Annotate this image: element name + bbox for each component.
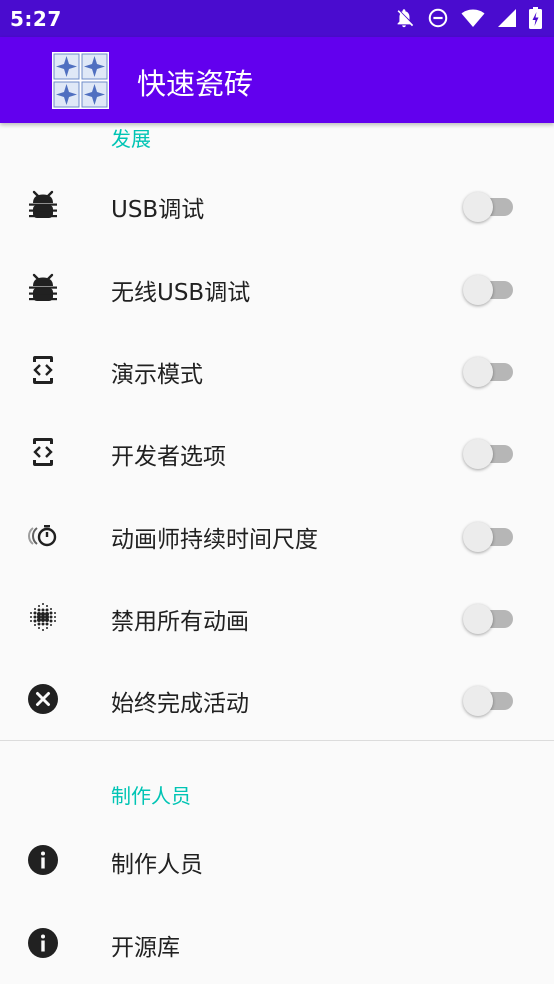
toggle-disable-animations[interactable]: 禁用所有动画: [0, 576, 554, 658]
toggle-label: 演示模式: [111, 362, 203, 388]
toggle-developer-options[interactable]: 开发者选项: [0, 411, 554, 493]
bug-icon: [29, 273, 57, 301]
app-bar: 快速瓷砖: [0, 37, 554, 123]
wifi-icon: [461, 9, 485, 27]
tile-pattern-icon: [52, 52, 109, 109]
status-bar: 5:27: [0, 0, 554, 37]
info-icon: [28, 845, 58, 875]
developer-options-switch[interactable]: [463, 439, 513, 469]
always-finish-activities-switch[interactable]: [463, 686, 513, 716]
toggle-always-finish-activities[interactable]: 始终完成活动: [0, 658, 554, 740]
demo-mode-switch[interactable]: [463, 357, 513, 387]
toggle-label: 无线USB调试: [111, 280, 251, 306]
credits-item[interactable]: 制作人员: [0, 819, 554, 901]
toggle-wireless-usb-debugging[interactable]: 无线USB调试: [0, 247, 554, 329]
info-icon: [28, 928, 58, 958]
list-item-label: 制作人员: [111, 852, 203, 878]
toggle-label: 动画师持续时间尺度: [111, 527, 318, 553]
list-item-label: 开源库: [111, 935, 180, 961]
toggle-animator-duration-scale[interactable]: 动画师持续时间尺度: [0, 494, 554, 576]
toggle-label: 开发者选项: [111, 444, 226, 470]
toggle-label: 禁用所有动画: [111, 609, 249, 635]
do-not-disturb-icon: [428, 8, 448, 28]
app-title: 快速瓷砖: [137, 67, 254, 101]
signal-icon: [498, 9, 516, 27]
animation-timer-icon: [28, 525, 57, 547]
toggle-usb-debugging[interactable]: USB调试: [0, 164, 554, 246]
section-title-credits: 制作人员: [111, 784, 191, 808]
blur-dots-icon: [30, 603, 56, 631]
section-divider: [0, 740, 554, 741]
developer-mode-icon: [33, 438, 53, 466]
open-source-libraries-item[interactable]: 开源库: [0, 902, 554, 984]
notifications-off-icon: [397, 9, 414, 28]
toggle-label: 始终完成活动: [111, 691, 249, 717]
developer-mode-icon: [33, 356, 53, 384]
toggle-label: USB调试: [111, 197, 205, 223]
bug-icon: [29, 190, 57, 218]
disable-animations-switch[interactable]: [463, 604, 513, 634]
status-icons: [393, 7, 542, 29]
usb-debugging-switch[interactable]: [463, 192, 513, 222]
section-title-development: 发展: [111, 127, 151, 151]
animator-duration-scale-switch[interactable]: [463, 522, 513, 552]
cancel-circle-icon: [28, 684, 58, 714]
status-time: 5:27: [10, 7, 62, 31]
toggle-demo-mode[interactable]: 演示模式: [0, 329, 554, 411]
wireless-usb-debugging-switch[interactable]: [463, 275, 513, 305]
battery-charging-icon: [529, 7, 542, 29]
